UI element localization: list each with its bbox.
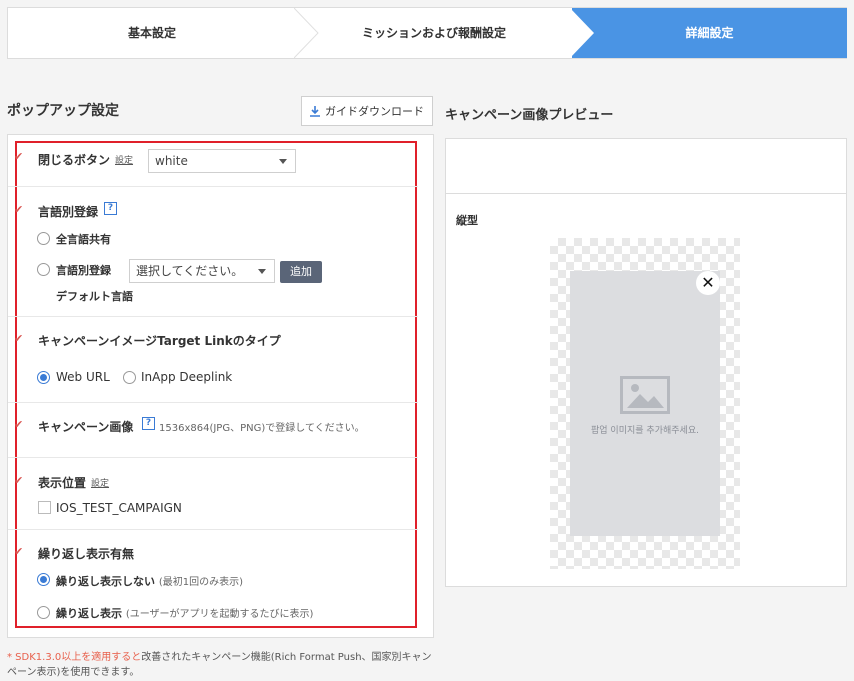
- target-link-type-label: キャンペーンイメージTarget Linkのタイプ: [38, 334, 281, 348]
- by-language-label: 言語別登録: [56, 264, 111, 277]
- required-check-icon: ✔: [14, 332, 24, 345]
- divider: [8, 529, 418, 530]
- campaign-image-size-note: 1536x864(JPG、PNG)で登録してください。: [159, 423, 365, 434]
- divider: [8, 186, 418, 187]
- radio-no-repeat[interactable]: [37, 573, 50, 586]
- required-check-icon: ✔: [14, 545, 24, 558]
- preview-title: キャンペーン画像プレビュー: [445, 108, 614, 123]
- divider: [445, 193, 847, 194]
- image-placeholder-text: 팝업 이미지를 추가해주세요.: [591, 426, 699, 436]
- no-repeat-note: (最初1回のみ表示): [158, 577, 244, 588]
- help-icon[interactable]: ?: [142, 417, 155, 430]
- required-check-icon: ✔: [14, 474, 24, 487]
- download-icon: [310, 105, 320, 117]
- close-button-label: 閉じるボタン: [38, 153, 111, 167]
- required-check-icon: ✔: [14, 203, 24, 216]
- language-label: 言語別登録: [38, 205, 99, 219]
- repeat-note: (ユーザーがアプリを起動するたびに表示): [125, 609, 314, 620]
- popup-settings-title: ポップアップ設定: [7, 103, 119, 119]
- required-check-icon: ✔: [14, 418, 24, 431]
- close-button-color-value: white: [155, 154, 188, 168]
- radio-all-languages[interactable]: [37, 232, 50, 245]
- radio-web-url[interactable]: [37, 371, 50, 384]
- repeat-label: 繰り返し表示 (ユーザーがアプリを起動するたびに表示): [56, 605, 313, 621]
- progress-steps: 基本設定 ミッションおよび報酬設定 詳細設定: [7, 7, 847, 59]
- step-detail-settings[interactable]: 詳細設定: [572, 8, 847, 58]
- language-select[interactable]: 選択してください。: [129, 259, 275, 283]
- ios-test-campaign-checkbox[interactable]: [38, 501, 51, 514]
- radio-inapp-deeplink[interactable]: [123, 371, 136, 384]
- divider: [8, 457, 418, 458]
- no-repeat-text: 繰り返し表示しない: [56, 575, 155, 588]
- sdk-footnote-highlight: * SDK1.3.0以上を適用すると: [7, 652, 142, 663]
- radio-repeat[interactable]: [37, 606, 50, 619]
- chevron-down-icon: [279, 159, 287, 164]
- required-check-icon: ✔: [14, 150, 24, 163]
- radio-by-language[interactable]: [37, 263, 50, 276]
- repeat-text: 繰り返し表示: [56, 607, 122, 620]
- campaign-image-label: キャンペーン画像: [38, 420, 134, 434]
- display-position-label: 表示位置: [38, 476, 87, 490]
- divider: [8, 402, 418, 403]
- display-position-settings-link[interactable]: 設定: [91, 476, 109, 489]
- sdk-footnote: * SDK1.3.0以上を適用すると改善されたキャンペーン機能(Rich For…: [7, 650, 437, 680]
- guide-download-label: ガイドダウンロード: [325, 105, 424, 118]
- repeat-display-label: 繰り返し表示有無: [38, 547, 135, 561]
- step-separator-icon: [294, 8, 319, 58]
- ios-test-campaign-label: IOS_TEST_CAMPAIGN: [56, 501, 182, 515]
- step-active-arrow-icon: [570, 8, 596, 58]
- all-languages-label: 全言語共有: [56, 233, 111, 246]
- guide-download-button[interactable]: ガイドダウンロード: [301, 96, 433, 126]
- chevron-down-icon: [258, 269, 266, 274]
- portrait-label: 縦型: [456, 214, 478, 227]
- step-basic-settings[interactable]: 基本設定: [8, 8, 296, 58]
- divider: [8, 316, 418, 317]
- add-language-button[interactable]: 追加: [280, 261, 322, 283]
- web-url-label: Web URL: [56, 370, 110, 384]
- no-repeat-label: 繰り返し表示しない (最初1回のみ表示): [56, 573, 243, 589]
- close-button-color-select[interactable]: white: [148, 149, 296, 173]
- help-icon[interactable]: ?: [104, 202, 117, 215]
- language-select-placeholder: 選択してください。: [136, 264, 244, 278]
- default-language-label: デフォルト言語: [56, 290, 133, 303]
- step-mission-reward-settings[interactable]: ミッションおよび報酬設定: [296, 8, 572, 58]
- inapp-deeplink-label: InApp Deeplink: [141, 370, 233, 384]
- image-icon: [620, 376, 670, 414]
- close-button-settings-link[interactable]: 設定: [115, 153, 133, 166]
- close-icon[interactable]: ✕: [696, 271, 720, 295]
